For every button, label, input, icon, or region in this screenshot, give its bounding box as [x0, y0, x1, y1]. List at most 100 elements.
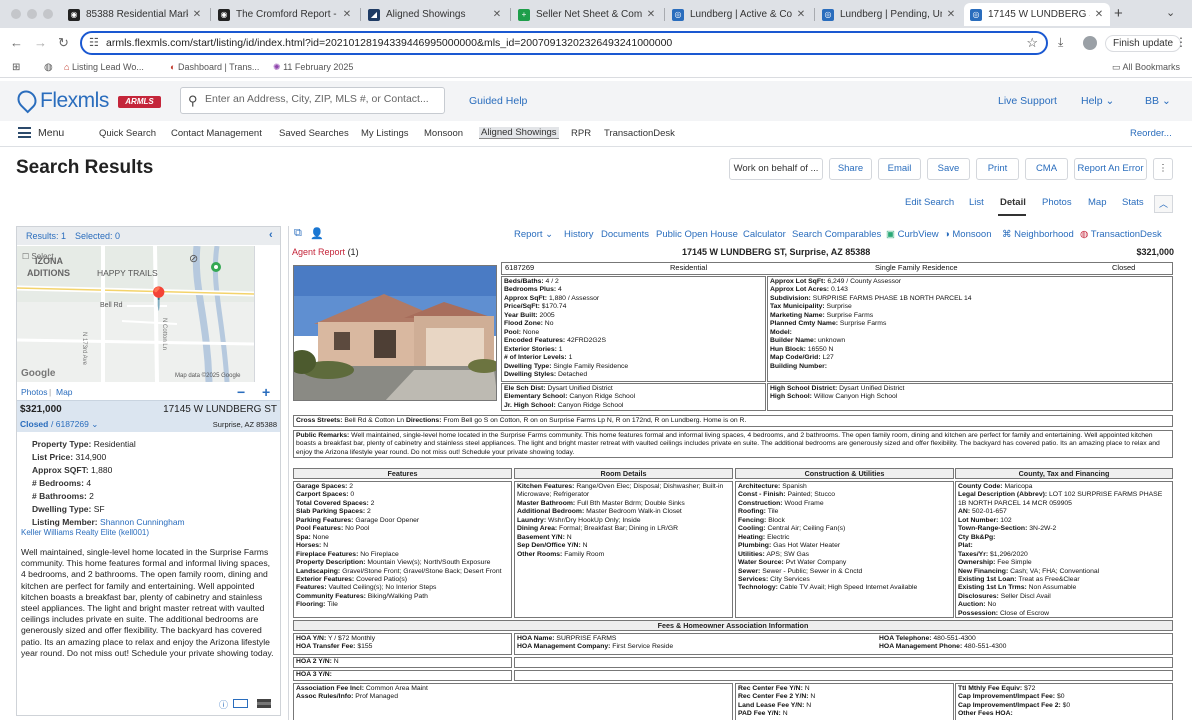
- tab-edit-search[interactable]: Edit Search: [905, 197, 954, 208]
- browser-menu-icon[interactable]: ⋮: [1175, 35, 1187, 49]
- documents-link[interactable]: Documents: [601, 229, 649, 240]
- browser-tab[interactable]: ◉ 85388 Residential Market ✕: [62, 3, 208, 26]
- bookmark-item[interactable]: ◐ Dashboard | Trans...: [170, 62, 259, 72]
- listing-photo[interactable]: [293, 265, 497, 401]
- listing-map[interactable]: ☐ Select IZONA ADITIONS HAPPY TRAILS Bel…: [17, 246, 254, 382]
- close-tab-icon[interactable]: ✕: [342, 9, 352, 20]
- list-view-icon[interactable]: [257, 699, 271, 708]
- download-icon[interactable]: ⤓: [1058, 35, 1063, 50]
- report-error-button[interactable]: Report An Error: [1074, 158, 1147, 180]
- user-menu[interactable]: BB ⌄: [1145, 95, 1171, 107]
- listing-address[interactable]: 17145 W LUNDBERG ST: [163, 404, 277, 415]
- apps-grid-icon[interactable]: ⊞: [12, 62, 20, 73]
- browser-tab[interactable]: ◉ The Cromford Report - Cro ✕: [212, 3, 358, 26]
- close-tab-icon[interactable]: ✕: [192, 9, 202, 20]
- browser-tab[interactable]: + Seller Net Sheet & Compa ✕: [512, 3, 662, 26]
- zoom-out-button[interactable]: −: [237, 384, 245, 400]
- app-logo[interactable]: Flexmls: [40, 89, 109, 113]
- bookmark-item[interactable]: ✺ 11 February 2025: [273, 62, 353, 73]
- menu-item-my-listings[interactable]: My Listings: [361, 128, 409, 139]
- bookmark-star-icon[interactable]: ☆: [1026, 35, 1038, 51]
- report-dropdown[interactable]: Report ⌄: [514, 229, 553, 240]
- tab-list[interactable]: List: [969, 197, 984, 208]
- close-tab-icon[interactable]: ✕: [646, 9, 656, 20]
- photos-link[interactable]: Photos: [21, 387, 47, 397]
- menu-item-monsoon[interactable]: Monsoon: [424, 128, 463, 139]
- profile-avatar[interactable]: [1083, 36, 1097, 50]
- tab-detail[interactable]: Detail: [1000, 197, 1026, 208]
- browser-tab[interactable]: ◎ Lundberg | Pending, Unde ✕: [816, 3, 962, 26]
- guided-help-link[interactable]: Guided Help: [469, 95, 527, 107]
- curbview-link[interactable]: ▣ CurbView: [886, 229, 939, 240]
- monsoon-link[interactable]: ◑ Monsoon: [944, 229, 991, 240]
- transactiondesk-link[interactable]: ◍ TransactionDesk: [1080, 229, 1162, 240]
- window-zoom-control[interactable]: [43, 9, 53, 19]
- tab-photos[interactable]: Photos: [1042, 197, 1072, 208]
- address-bar[interactable]: ☷ armls.flexmls.com/start/listing/id/ind…: [80, 31, 1048, 55]
- browser-tab-active[interactable]: ◎ 17145 W LUNDBERG ST, S ✕: [964, 3, 1110, 26]
- save-button[interactable]: Save: [927, 158, 970, 180]
- menu-item-transactiondesk[interactable]: TransactionDesk: [604, 128, 675, 139]
- reload-icon[interactable]: ↻: [58, 35, 69, 51]
- tab-search-chevron-icon[interactable]: ⌄: [1166, 6, 1175, 19]
- print-button[interactable]: Print: [976, 158, 1019, 180]
- menu-item-quick-search[interactable]: Quick Search: [99, 128, 156, 139]
- tab-map[interactable]: Map: [1088, 197, 1106, 208]
- calculator-link[interactable]: Calculator: [743, 229, 786, 240]
- bookmark-item[interactable]: ⌂ Listing Lead Wo...: [64, 62, 144, 72]
- results-count[interactable]: Results: 1: [26, 231, 66, 241]
- menu-button[interactable]: Menu: [38, 127, 64, 139]
- all-bookmarks[interactable]: ▭ All Bookmarks: [1112, 62, 1180, 73]
- collapse-chevron-up-icon[interactable]: ︿: [1154, 195, 1173, 213]
- work-on-behalf-button[interactable]: Work on behalf of ...: [729, 158, 823, 180]
- contact-person-icon[interactable]: 👤: [310, 227, 324, 240]
- globe-icon[interactable]: ◍: [44, 62, 53, 73]
- more-actions-icon[interactable]: ⋮: [1153, 158, 1173, 180]
- reorder-link[interactable]: Reorder...: [1130, 128, 1172, 139]
- browser-tab[interactable]: ◎ Lundberg | Active & Comi ✕: [666, 3, 812, 26]
- listing-office-link[interactable]: Keller Williams Realty Elite (kell001): [21, 528, 149, 537]
- tab-stats[interactable]: Stats: [1122, 197, 1144, 208]
- history-link[interactable]: History: [564, 229, 594, 240]
- live-support-link[interactable]: Live Support: [998, 95, 1057, 107]
- map-pin-icon[interactable]: 📍: [145, 286, 172, 312]
- hamburger-menu-icon[interactable]: [18, 127, 31, 138]
- info-icon[interactable]: ⓘ: [219, 698, 228, 711]
- field-label: County Code:: [958, 483, 1003, 490]
- menu-item-aligned-showings[interactable]: Aligned Showings: [479, 127, 559, 139]
- site-info-icon[interactable]: ☷: [89, 36, 99, 49]
- back-arrow-icon[interactable]: ←: [10, 35, 23, 50]
- email-button[interactable]: Email: [878, 158, 921, 180]
- open-external-icon[interactable]: ⧉: [294, 227, 302, 240]
- share-button[interactable]: Share: [829, 158, 872, 180]
- cma-button[interactable]: CMA: [1025, 158, 1068, 180]
- window-close-control[interactable]: [11, 9, 21, 19]
- window-minimize-control[interactable]: [27, 9, 37, 19]
- close-tab-icon[interactable]: ✕: [1094, 9, 1104, 20]
- finish-update-button[interactable]: Finish update: [1105, 35, 1182, 52]
- street-view-icon[interactable]: ⊘: [189, 252, 198, 265]
- listing-card-header[interactable]: $321,000 17145 W LUNDBERG ST Closed / 61…: [17, 400, 280, 432]
- menu-item-saved-searches[interactable]: Saved Searches: [279, 128, 349, 139]
- global-search[interactable]: ⚲: [180, 87, 445, 114]
- neighborhood-link[interactable]: ⌘ Neighborhood: [1002, 229, 1074, 240]
- close-tab-icon[interactable]: ✕: [796, 9, 806, 20]
- zoom-in-button[interactable]: +: [262, 384, 270, 400]
- search-input[interactable]: [205, 93, 440, 105]
- card-view-icon[interactable]: [233, 699, 248, 708]
- browser-tab[interactable]: ◢ Aligned Showings ✕: [362, 3, 508, 26]
- selected-count[interactable]: Selected: 0: [75, 231, 120, 241]
- new-tab-icon[interactable]: +: [1114, 5, 1123, 22]
- public-open-house-link[interactable]: Public Open House: [656, 229, 738, 240]
- menu-item-rpr[interactable]: RPR: [571, 128, 591, 139]
- listing-member-link[interactable]: Shannon Cunningham: [100, 517, 185, 527]
- collapse-left-chevron-icon[interactable]: ‹: [269, 229, 273, 241]
- menu-item-contact-management[interactable]: Contact Management: [171, 128, 262, 139]
- map-link[interactable]: Map: [56, 387, 73, 397]
- close-tab-icon[interactable]: ✕: [492, 9, 502, 20]
- mls-number-menu[interactable]: / 6187269 ⌄: [51, 419, 98, 430]
- forward-arrow-icon[interactable]: →: [34, 35, 47, 50]
- help-menu[interactable]: Help ⌄: [1081, 95, 1114, 107]
- close-tab-icon[interactable]: ✕: [946, 9, 956, 20]
- search-comparables-link[interactable]: Search Comparables: [792, 229, 881, 240]
